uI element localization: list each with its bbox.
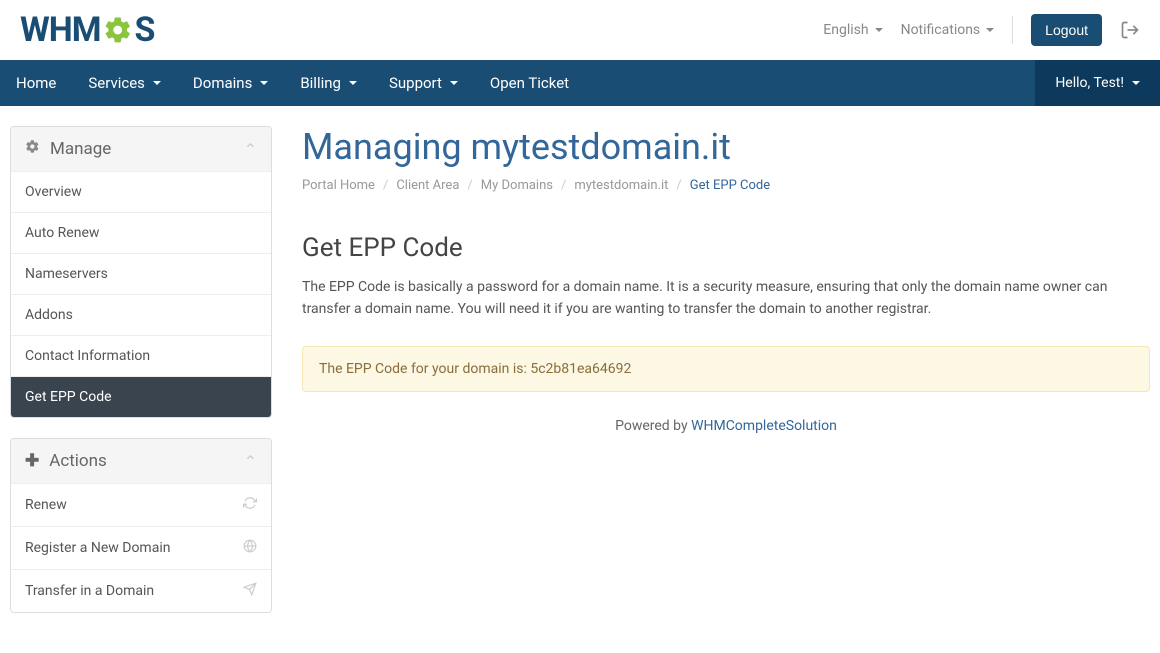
nav-item-support[interactable]: Support bbox=[373, 60, 474, 106]
notifications-label: Notifications bbox=[901, 22, 981, 38]
user-menu[interactable]: Hello, Test! bbox=[1035, 60, 1160, 106]
nav-item-label: Domains bbox=[193, 74, 252, 92]
sidebar-item-label: Nameservers bbox=[25, 266, 108, 282]
sidebar-item-addons[interactable]: Addons bbox=[11, 294, 271, 335]
action-item-label: Renew bbox=[25, 497, 67, 513]
content: Managing mytestdomain.it Portal Home / Cli… bbox=[302, 126, 1150, 633]
caret-down-icon bbox=[153, 81, 161, 85]
container: Manage ⌃ Overview Auto Renew Nameservers Ad… bbox=[0, 106, 1160, 653]
caret-down-icon bbox=[1132, 81, 1140, 85]
notifications-dropdown[interactable]: Notifications bbox=[901, 22, 995, 38]
caret-down-icon bbox=[260, 81, 268, 85]
main-nav: Home Services Domains Billing Support Open Ti… bbox=[0, 60, 1160, 106]
breadcrumb: Portal Home / Client Area / My Domains / mytes… bbox=[302, 178, 1150, 193]
section-title: Get EPP Code bbox=[302, 233, 1150, 263]
alert-prefix: The EPP Code for your domain is: bbox=[319, 361, 530, 377]
sidebar-item-contact-information[interactable]: Contact Information bbox=[11, 335, 271, 376]
sidebar-item-label: Contact Information bbox=[25, 348, 150, 364]
language-dropdown[interactable]: English bbox=[823, 22, 882, 38]
page-title: Managing mytestdomain.it bbox=[302, 126, 1150, 168]
breadcrumb-separator: / bbox=[383, 178, 388, 193]
chevron-up-icon: ⌃ bbox=[244, 452, 257, 471]
nav-item-domains[interactable]: Domains bbox=[177, 60, 284, 106]
action-item-label: Transfer in a Domain bbox=[25, 583, 154, 599]
caret-down-icon bbox=[349, 81, 357, 85]
footer-prefix: Powered by bbox=[615, 418, 691, 434]
nav-left: Home Services Domains Billing Support Open Ti… bbox=[0, 60, 585, 106]
nav-item-label: Support bbox=[389, 74, 442, 92]
logout-button[interactable]: Logout bbox=[1031, 14, 1102, 46]
breadcrumb-item[interactable]: My Domains bbox=[481, 178, 553, 193]
breadcrumb-separator: / bbox=[467, 178, 472, 193]
breadcrumb-separator: / bbox=[561, 178, 566, 193]
breadcrumb-item: Get EPP Code bbox=[690, 178, 770, 193]
gear-icon bbox=[25, 139, 40, 159]
caret-down-icon bbox=[875, 28, 883, 32]
nav-item-open-ticket[interactable]: Open Ticket bbox=[474, 60, 585, 106]
sidebar-item-label: Get EPP Code bbox=[25, 389, 112, 405]
sidebar-item-get-epp-code[interactable]: Get EPP Code bbox=[11, 376, 271, 417]
greeting-label: Hello, Test! bbox=[1055, 75, 1124, 91]
action-item-register-a-new-domain[interactable]: Register a New Domain bbox=[11, 526, 271, 569]
globe-icon bbox=[243, 539, 257, 557]
share-icon bbox=[243, 582, 257, 600]
footer: Powered by WHMCompleteSolution bbox=[302, 418, 1150, 434]
epp-code-alert: The EPP Code for your domain is: 5c2b81e… bbox=[302, 346, 1150, 392]
sidebar-item-label: Auto Renew bbox=[25, 225, 99, 241]
action-item-label: Register a New Domain bbox=[25, 540, 170, 556]
actions-panel-header[interactable]: ✚ Actions ⌃ bbox=[11, 439, 271, 483]
sidebar-item-auto-renew[interactable]: Auto Renew bbox=[11, 212, 271, 253]
nav-item-billing[interactable]: Billing bbox=[284, 60, 373, 106]
manage-panel-header[interactable]: Manage ⌃ bbox=[11, 127, 271, 171]
caret-down-icon bbox=[450, 81, 458, 85]
refresh-icon bbox=[243, 496, 257, 514]
breadcrumb-item[interactable]: mytestdomain.it bbox=[574, 178, 668, 193]
sidebar-item-nameservers[interactable]: Nameservers bbox=[11, 253, 271, 294]
sidebar: Manage ⌃ Overview Auto Renew Nameservers Ad… bbox=[10, 126, 272, 633]
nav-item-home[interactable]: Home bbox=[0, 60, 72, 106]
breadcrumb-item[interactable]: Client Area bbox=[396, 178, 459, 193]
header-right: English Notifications Logout bbox=[823, 14, 1140, 46]
action-item-renew[interactable]: Renew bbox=[11, 483, 271, 526]
nav-item-label: Open Ticket bbox=[490, 74, 569, 92]
sidebar-item-label: Addons bbox=[25, 307, 73, 323]
language-label: English bbox=[823, 22, 868, 38]
chevron-up-icon: ⌃ bbox=[244, 140, 257, 159]
actions-panel: ✚ Actions ⌃ Renew Register a New Domain Tr… bbox=[10, 438, 272, 613]
exit-icon[interactable] bbox=[1120, 20, 1140, 40]
logo[interactable]: WHM S bbox=[20, 10, 154, 50]
manage-title: Manage bbox=[50, 139, 111, 159]
nav-item-label: Billing bbox=[300, 74, 341, 92]
caret-down-icon bbox=[986, 28, 994, 32]
nav-item-services[interactable]: Services bbox=[72, 60, 177, 106]
action-item-transfer-in-a-domain[interactable]: Transfer in a Domain bbox=[11, 569, 271, 612]
sidebar-item-label: Overview bbox=[25, 184, 82, 200]
section-text: The EPP Code is basically a password for… bbox=[302, 277, 1150, 320]
nav-item-label: Services bbox=[88, 74, 145, 92]
breadcrumb-separator: / bbox=[676, 178, 681, 193]
footer-link[interactable]: WHMCompleteSolution bbox=[691, 418, 837, 434]
divider bbox=[1012, 16, 1013, 44]
breadcrumb-item[interactable]: Portal Home bbox=[302, 178, 375, 193]
manage-panel: Manage ⌃ Overview Auto Renew Nameservers Ad… bbox=[10, 126, 272, 418]
gear-icon bbox=[103, 15, 133, 45]
epp-code-value: 5c2b81ea64692 bbox=[530, 361, 631, 377]
plus-icon: ✚ bbox=[25, 451, 39, 471]
header: WHM S English Notifications Logout bbox=[0, 0, 1160, 60]
actions-title: Actions bbox=[49, 451, 107, 471]
sidebar-item-overview[interactable]: Overview bbox=[11, 171, 271, 212]
nav-item-label: Home bbox=[16, 74, 56, 92]
